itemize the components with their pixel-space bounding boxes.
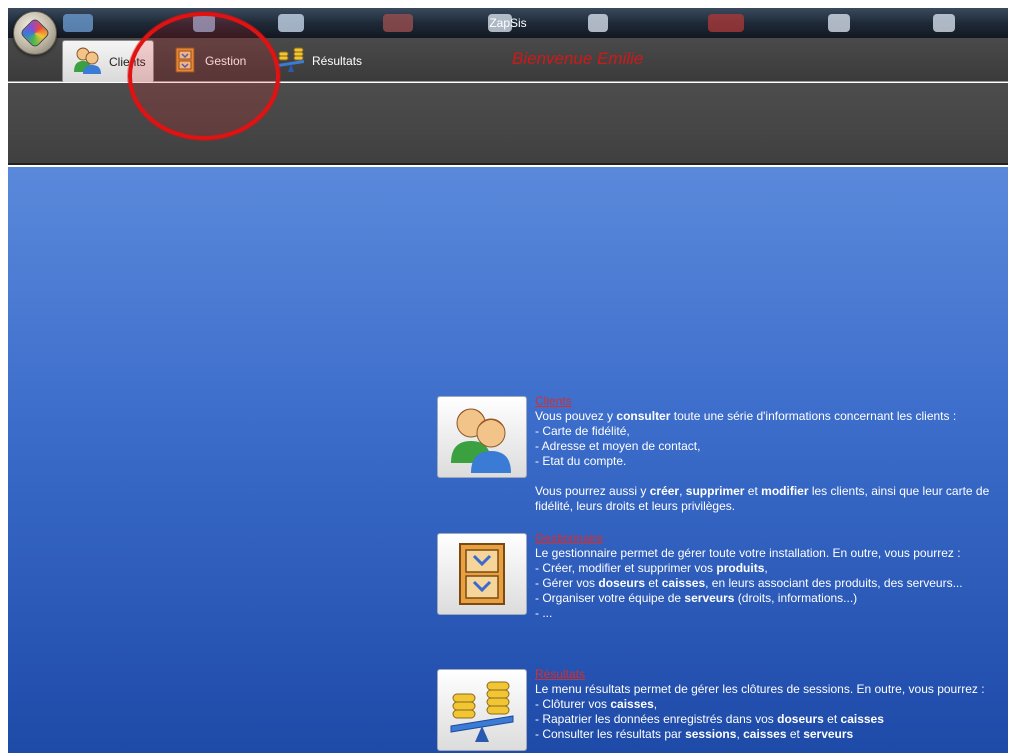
welcome-message: Bienvenue Emilie bbox=[512, 49, 644, 68]
resultats-description: Résultats Le menu résultats permet de gé… bbox=[535, 667, 1010, 742]
clients-description: Clients Vous pouvez y consulter toute un… bbox=[535, 394, 1010, 514]
users-icon bbox=[73, 46, 103, 77]
text: , bbox=[764, 561, 768, 575]
list-item: - Clôturer vos caisses, bbox=[535, 697, 1010, 712]
app-menu-orb[interactable] bbox=[13, 11, 57, 55]
text-bold: serveurs bbox=[684, 591, 735, 605]
text: Vous pouvez y bbox=[535, 409, 617, 423]
users-icon bbox=[451, 408, 511, 473]
balance-icon bbox=[276, 46, 306, 77]
clients-button[interactable] bbox=[437, 396, 527, 478]
text-bold: supprimer bbox=[685, 484, 745, 498]
text-bold: caisses bbox=[743, 727, 787, 741]
text: et bbox=[823, 712, 841, 726]
list-item: - Organiser votre équipe de serveurs (dr… bbox=[535, 591, 1010, 606]
text-bold: consulter bbox=[616, 409, 671, 423]
text: - Organiser votre équipe de bbox=[535, 591, 685, 605]
text: , en leurs associant des produits, des s… bbox=[705, 576, 963, 590]
text: - Rapatrier les données enregistrés dans… bbox=[535, 712, 778, 726]
text: , bbox=[679, 484, 686, 498]
text-bold: produits bbox=[716, 561, 765, 575]
resultats-button[interactable] bbox=[437, 669, 527, 751]
text-bold: caisses bbox=[840, 712, 884, 726]
text: toute une série d'informations concernan… bbox=[670, 409, 957, 423]
tab-resultats-label: Résultats bbox=[312, 54, 363, 68]
main-content: Clients Vous pouvez y consulter toute un… bbox=[8, 167, 1008, 753]
text-bold: doseurs bbox=[598, 576, 646, 590]
app-logo-icon bbox=[19, 17, 51, 49]
text: (droits, informations...) bbox=[734, 591, 858, 605]
gestion-description: Gestionnaire Le gestionnaire permet de g… bbox=[535, 531, 1010, 621]
text-bold: sessions bbox=[685, 727, 737, 741]
text-bold: caisses bbox=[661, 576, 706, 590]
list-item: - Gérer vos doseurs et caisses, en leurs… bbox=[535, 576, 1010, 591]
text: et bbox=[786, 727, 804, 741]
text-bold: créer bbox=[649, 484, 680, 498]
text: - Gérer vos bbox=[535, 576, 599, 590]
text: - Clôturer vos bbox=[535, 697, 611, 711]
text-bold: serveurs bbox=[803, 727, 854, 741]
gestion-link[interactable]: Gestionnaire bbox=[535, 531, 1010, 546]
highlight-annotation bbox=[128, 12, 280, 140]
text: Vous pourrez aussi y bbox=[535, 484, 650, 498]
text: et bbox=[645, 576, 662, 590]
list-item: - Consulter les résultats par sessions, … bbox=[535, 727, 1010, 742]
list-item: - Adresse et moyen de contact, bbox=[535, 439, 701, 453]
text: Le gestionnaire permet de gérer toute vo… bbox=[535, 546, 961, 560]
clients-link[interactable]: Clients bbox=[535, 394, 1010, 409]
tab-resultats[interactable]: Résultats bbox=[266, 40, 376, 82]
list-item: - Créer, modifier et supprimer vos produ… bbox=[535, 561, 1010, 576]
resultats-link[interactable]: Résultats bbox=[535, 667, 1010, 682]
gestion-button[interactable] bbox=[437, 533, 527, 615]
list-item: - ... bbox=[535, 606, 553, 620]
text: Le menu résultats permet de gérer les cl… bbox=[535, 682, 985, 696]
text: et bbox=[744, 484, 762, 498]
list-item: - Etat du compte. bbox=[535, 454, 627, 468]
text-bold: modifier bbox=[761, 484, 809, 498]
cabinet-icon bbox=[459, 543, 505, 605]
text: - Créer, modifier et supprimer vos bbox=[535, 561, 717, 575]
balance-icon bbox=[450, 681, 514, 742]
list-item: - Rapatrier les données enregistrés dans… bbox=[535, 712, 1010, 727]
text-bold: caisses bbox=[610, 697, 654, 711]
text: , bbox=[653, 697, 658, 711]
text-bold: doseurs bbox=[777, 712, 824, 726]
list-item: - Carte de fidélité, bbox=[535, 424, 630, 438]
text: - Consulter les résultats par bbox=[535, 727, 686, 741]
